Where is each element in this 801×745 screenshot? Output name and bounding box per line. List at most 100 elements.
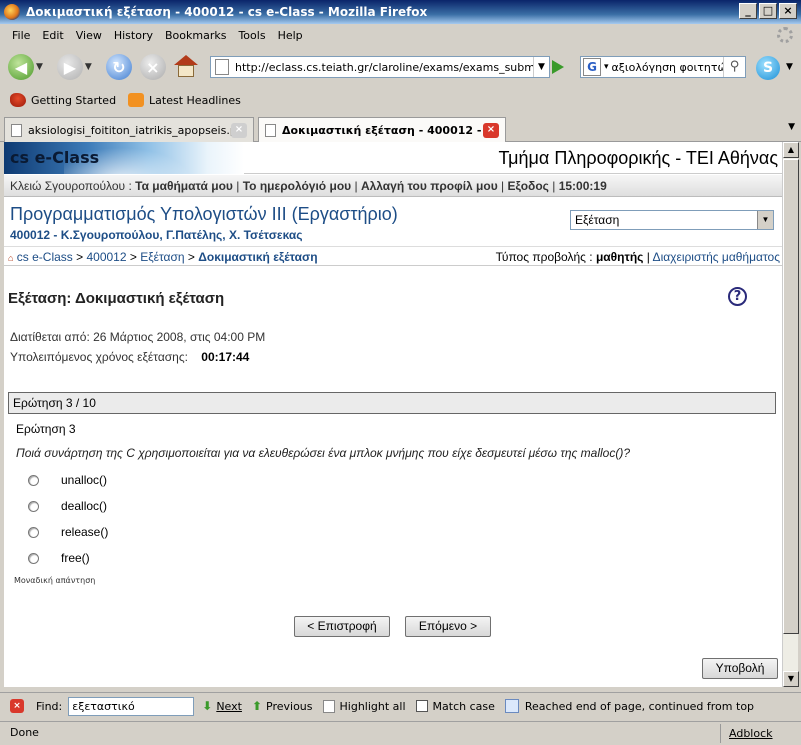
- radio-button[interactable]: [28, 500, 39, 512]
- back-button[interactable]: < Επιστροφή: [294, 616, 390, 637]
- close-tab-icon[interactable]: ×: [483, 123, 499, 138]
- checkbox[interactable]: [415, 700, 428, 712]
- link-logout[interactable]: Εξοδος: [508, 179, 549, 193]
- throbber-icon: [777, 27, 793, 43]
- skype-menu-chevron-icon[interactable]: ▼: [786, 62, 793, 72]
- course-title[interactable]: Προγραμματισμός Υπολογιστών ΙΙΙ (Εργαστή…: [10, 204, 398, 225]
- clock: 15:00:19: [558, 179, 607, 193]
- search-icon[interactable]: ⚲: [723, 57, 745, 77]
- google-engine-icon[interactable]: G: [583, 58, 601, 76]
- forward-button[interactable]: ▶: [56, 54, 83, 80]
- view-mode-admin-link[interactable]: Διαχειριστής μαθήματος: [653, 250, 780, 264]
- user-navigation-bar: Κλειώ Σγουροπούλου : Τα μαθήματά μου | Τ…: [4, 175, 782, 197]
- home-icon: [173, 55, 198, 65]
- breadcrumb-eclass[interactable]: cs e-Class: [17, 250, 73, 264]
- arrow-up-icon: ⬆: [251, 699, 263, 713]
- page-scrollbar[interactable]: ▲ ▼: [782, 142, 799, 687]
- forward-history-chevron-icon[interactable]: ▼: [85, 62, 92, 72]
- breadcrumb-course[interactable]: 400012: [86, 250, 126, 264]
- scroll-thumb[interactable]: [783, 159, 799, 634]
- navigation-toolbar: ◀ ▼ ▶ ▼ ↻ × http://eclass.cs.teiath.gr/c…: [0, 46, 801, 88]
- question-text: Ποιά συνάρτηση της C χρησιμοποιείται για…: [16, 446, 630, 460]
- close-window-button[interactable]: ×: [779, 3, 797, 19]
- status-text: Done: [10, 726, 39, 739]
- find-next-button[interactable]: ⬇ Next: [202, 699, 242, 713]
- firefox-bookmark-icon: [10, 93, 26, 107]
- page-icon: [265, 124, 276, 137]
- page-title: Εξέταση: Δοκιμαστική εξέταση: [8, 290, 225, 307]
- tab-list-chevron-icon[interactable]: ▼: [788, 122, 795, 132]
- firefox-icon: [4, 4, 20, 20]
- link-my-courses[interactable]: Τα μαθήματά μου: [135, 179, 233, 193]
- remaining-time: Υπολειπόμενος χρόνος εξέτασης: 00:17:44: [10, 350, 250, 364]
- url-history-dropdown-icon[interactable]: ▼: [533, 57, 549, 77]
- search-engine-dropdown-icon[interactable]: ▾: [604, 62, 609, 72]
- page-icon: [11, 123, 22, 137]
- bookmark-getting-started[interactable]: Getting Started: [10, 93, 116, 107]
- eclass-logo[interactable]: cs e-Class: [4, 142, 244, 174]
- menu-view[interactable]: View: [70, 29, 108, 42]
- close-findbar-icon[interactable]: ×: [10, 699, 24, 713]
- bookmark-latest-headlines[interactable]: Latest Headlines: [128, 93, 241, 107]
- stop-button[interactable]: ×: [139, 54, 166, 80]
- highlight-all-button[interactable]: Highlight all: [322, 699, 406, 713]
- link-edit-profile[interactable]: Αλλαγή του προφίλ μου: [361, 179, 498, 193]
- radio-button[interactable]: [28, 474, 39, 486]
- skype-icon[interactable]: S: [756, 56, 780, 80]
- close-tab-icon[interactable]: ×: [231, 123, 247, 138]
- answer-option[interactable]: free(): [28, 551, 90, 565]
- url-text[interactable]: http://eclass.cs.teiath.gr/claroline/exa…: [235, 61, 533, 74]
- view-mode: Τύπος προβολής : μαθητής | Διαχειριστής …: [495, 250, 780, 264]
- question-counter: Ερώτηση 3 / 10: [8, 392, 776, 414]
- view-mode-student: μαθητής: [595, 250, 644, 264]
- breadcrumb-exams[interactable]: Εξέταση: [140, 250, 184, 264]
- help-icon[interactable]: ?: [728, 287, 747, 306]
- back-button[interactable]: ◀: [8, 54, 34, 80]
- menu-bookmarks[interactable]: Bookmarks: [159, 29, 232, 42]
- breadcrumb-current[interactable]: Δοκιμαστική εξέταση: [198, 250, 317, 264]
- scroll-down-icon[interactable]: ▼: [783, 671, 799, 687]
- tab-pdf-document[interactable]: aksiologisi_foititon_iatrikis_apopseis.p…: [4, 117, 254, 142]
- url-bar[interactable]: http://eclass.cs.teiath.gr/claroline/exa…: [210, 56, 550, 78]
- match-case-checkbox[interactable]: Match case: [415, 700, 495, 713]
- minimize-button[interactable]: _: [739, 3, 757, 19]
- answer-option[interactable]: dealloc(): [28, 499, 107, 513]
- menu-help[interactable]: Help: [272, 29, 309, 42]
- department-title: Τμήμα Πληροφορικής - ΤΕΙ Αθήνας: [498, 148, 779, 168]
- wrap-info-icon: [504, 699, 519, 713]
- answer-option[interactable]: release(): [28, 525, 108, 539]
- course-tool-select[interactable]: Εξέταση ▼: [570, 210, 774, 230]
- reload-button[interactable]: ↻: [105, 54, 132, 80]
- submit-button[interactable]: Υποβολή: [702, 658, 778, 679]
- search-input[interactable]: αξιολόγηση φοιτητών: [612, 61, 723, 74]
- maximize-button[interactable]: □: [759, 3, 777, 19]
- find-status: Reached end of page, continued from top: [504, 699, 754, 713]
- rss-icon: [128, 93, 145, 107]
- radio-button[interactable]: [28, 552, 39, 564]
- search-bar[interactable]: G ▾ αξιολόγηση φοιτητών ⚲: [580, 56, 746, 78]
- menu-bar: File Edit View History Bookmarks Tools H…: [0, 24, 801, 46]
- home-button[interactable]: [173, 55, 198, 79]
- user-name: Κλειώ Σγουροπούλου :: [10, 179, 132, 193]
- menu-file[interactable]: File: [6, 29, 36, 42]
- go-button[interactable]: [552, 60, 564, 74]
- next-button[interactable]: Επόμενο >: [405, 616, 491, 637]
- radio-button[interactable]: [28, 526, 39, 538]
- menu-history[interactable]: History: [108, 29, 159, 42]
- availability-text: Διατίθεται από: 26 Μάρτιος 2008, στις 04…: [10, 330, 266, 344]
- answer-option[interactable]: unalloc(): [28, 473, 107, 487]
- menu-tools[interactable]: Tools: [232, 29, 271, 42]
- scroll-up-icon[interactable]: ▲: [783, 142, 799, 158]
- tab-exam[interactable]: Δοκιμαστική εξέταση - 400012 - ... ×: [258, 117, 506, 143]
- adblock-button[interactable]: Adblock: [720, 724, 781, 743]
- link-my-calendar[interactable]: Το ημερολόγιό μου: [243, 179, 351, 193]
- back-history-chevron-icon[interactable]: ▼: [36, 62, 43, 72]
- course-code-and-staff: 400012 - Κ.Σγουροπούλου, Γ.Πατέλης, Χ. Τ…: [10, 228, 303, 242]
- breadcrumb: ⌂ cs e-Class > 400012 > Εξέταση > Δοκιμα…: [4, 246, 782, 266]
- find-input[interactable]: εξεταστικό: [68, 696, 195, 716]
- find-bar: × Find: εξεταστικό ⬇ Next ⬆ Previous Hig…: [0, 692, 801, 719]
- find-previous-button[interactable]: ⬆ Previous: [252, 699, 313, 713]
- menu-edit[interactable]: Edit: [36, 29, 69, 42]
- chevron-down-icon[interactable]: ▼: [757, 211, 773, 229]
- status-bar: Done Adblock: [0, 721, 801, 745]
